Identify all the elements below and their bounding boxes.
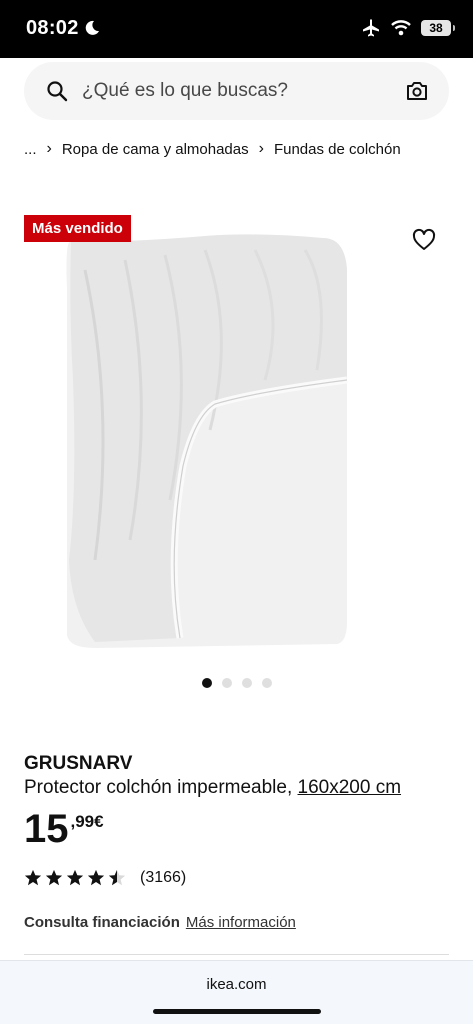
star-icon: [24, 869, 42, 886]
heart-icon[interactable]: [412, 228, 436, 252]
carousel-dot-1[interactable]: [202, 678, 212, 688]
rating-stars: [24, 869, 126, 887]
browser-address-bar[interactable]: ikea.com: [0, 960, 473, 1024]
product-image[interactable]: [55, 230, 355, 655]
status-bar: 08:02 38: [0, 0, 473, 58]
carousel-dot-2[interactable]: [222, 678, 232, 688]
breadcrumb-separator: ›: [46, 140, 52, 157]
url-text[interactable]: ikea.com: [0, 976, 473, 993]
half-star-icon: [108, 869, 126, 886]
product-price: 15 ,99€: [24, 806, 104, 852]
breadcrumb: ... › Ropa de cama y almohadas › Fundas …: [24, 140, 401, 158]
moon-icon: [85, 20, 99, 35]
financing-row: Consulta financiación Más información: [24, 914, 296, 931]
battery-icon: 38: [421, 20, 455, 36]
carousel-dots: [202, 678, 272, 688]
wifi-icon: [391, 20, 411, 36]
star-icon: [66, 869, 84, 886]
product-description-text: Protector colchón impermeable,: [24, 777, 298, 798]
product-description: Protector colchón impermeable, 160x200 c…: [24, 777, 401, 799]
carousel-dot-4[interactable]: [262, 678, 272, 688]
star-icon: [87, 869, 105, 886]
airplane-icon: [363, 19, 379, 37]
product-rating[interactable]: (3166): [24, 869, 186, 887]
status-icons: 38: [361, 18, 455, 38]
best-seller-badge: Más vendido: [24, 215, 131, 242]
home-indicator: [153, 1009, 321, 1014]
review-count: (3166): [140, 869, 187, 886]
breadcrumb-ellipsis[interactable]: ...: [24, 141, 37, 158]
product-name: GRUSNARV: [24, 753, 133, 774]
divider: [24, 954, 449, 955]
search-icon: [47, 81, 68, 102]
product-size-link[interactable]: 160x200 cm: [298, 777, 402, 798]
breadcrumb-item-ropa-de-cama[interactable]: Ropa de cama y almohadas: [62, 141, 249, 158]
financing-label: Consulta financiación: [24, 914, 180, 931]
price-integer: 15: [24, 807, 69, 851]
camera-icon[interactable]: [405, 79, 429, 103]
search-bar[interactable]: ¿Qué es lo que buscas?: [24, 62, 449, 120]
search-input[interactable]: ¿Qué es lo que buscas?: [82, 80, 405, 102]
breadcrumb-item-fundas[interactable]: Fundas de colchón: [274, 141, 401, 158]
carousel-dot-3[interactable]: [242, 678, 252, 688]
financing-more-info-link[interactable]: Más información: [186, 914, 296, 931]
breadcrumb-separator: ›: [258, 140, 264, 157]
star-icon: [45, 869, 63, 886]
status-time: 08:02: [26, 17, 79, 39]
price-decimal: ,99€: [70, 812, 104, 831]
